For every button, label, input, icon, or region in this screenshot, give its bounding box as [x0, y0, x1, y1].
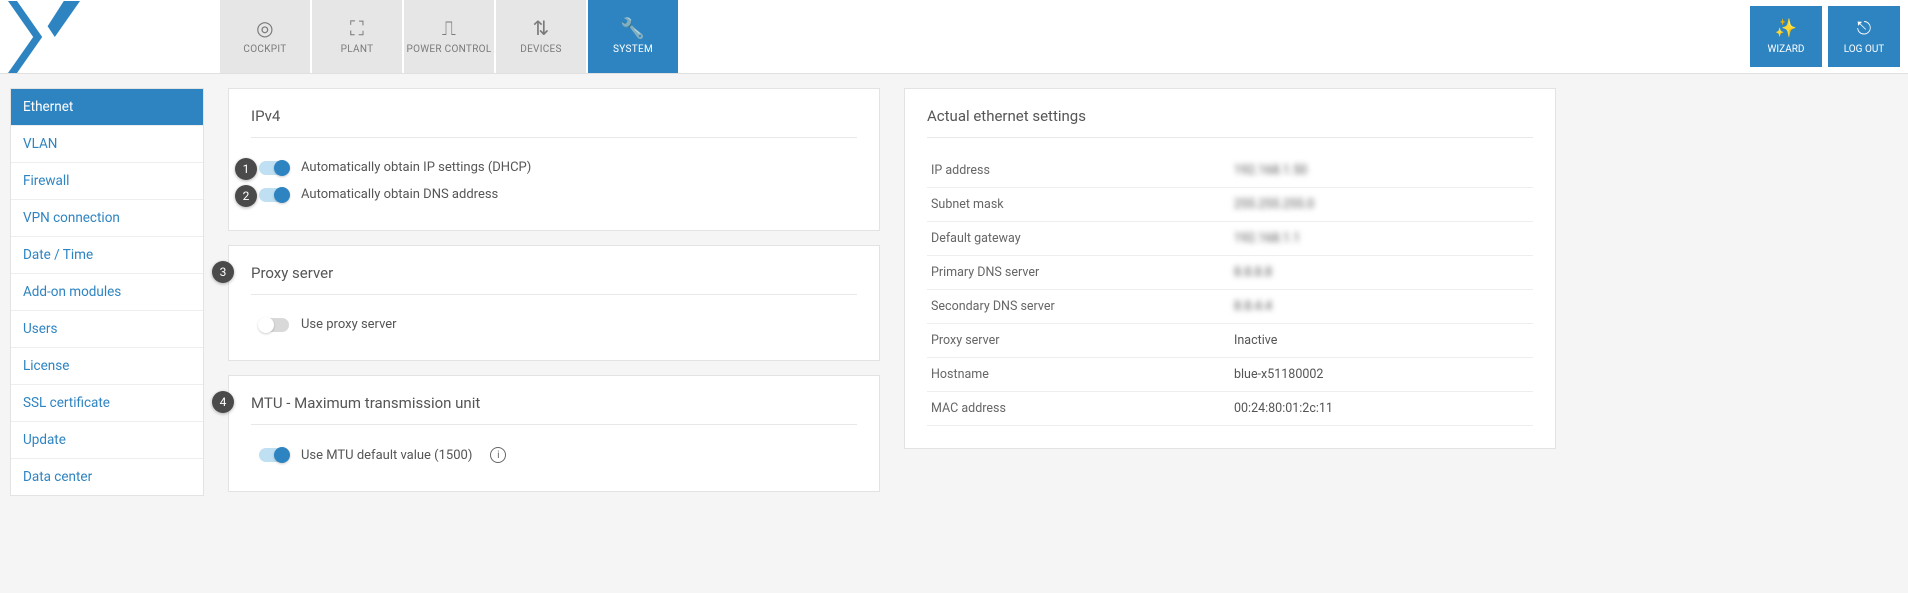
nav-tab-power-control[interactable]: ⎍ POWER CONTROL	[404, 0, 494, 73]
mtu-title: MTU - Maximum transmission unit	[251, 394, 857, 425]
toggle-knob	[274, 160, 290, 176]
toggle-knob	[274, 447, 290, 463]
setting-value: 8.8.4.4	[1230, 290, 1533, 324]
nav-tab-label: SYSTEM	[613, 44, 653, 55]
table-row: MAC address00:24:80:01:2c:11	[927, 392, 1533, 426]
setting-label: Hostname	[927, 358, 1230, 392]
nav-tab-label: DEVICES	[520, 44, 562, 55]
wand-icon: ✨	[1775, 18, 1797, 39]
mtu-toggle-label: Use MTU default value (1500)	[301, 448, 472, 463]
proxy-toggle[interactable]	[259, 318, 289, 332]
setting-value: 192.168.1.50	[1230, 154, 1533, 188]
sidebar-item-update[interactable]: Update	[11, 422, 203, 459]
nav-tab-cockpit[interactable]: ◎ COCKPIT	[220, 0, 310, 73]
table-row: Primary DNS server8.8.8.8	[927, 256, 1533, 290]
table-row: Secondary DNS server8.8.4.4	[927, 290, 1533, 324]
main-column: IPv4 1 Automatically obtain IP settings …	[228, 88, 880, 492]
settings-sidebar: EthernetVLANFirewallVPN connectionDate /…	[10, 88, 204, 496]
sidebar-item-data-center[interactable]: Data center	[11, 459, 203, 495]
callout-1: 1	[235, 158, 257, 180]
logout-button[interactable]: ⎋ LOG OUT	[1828, 6, 1900, 67]
proxy-toggle-label: Use proxy server	[301, 317, 397, 332]
ipv4-card: IPv4 1 Automatically obtain IP settings …	[228, 88, 880, 231]
setting-label: Subnet mask	[927, 188, 1230, 222]
header-spacer	[678, 0, 1750, 73]
header-actions: ✨ WIZARD ⎋ LOG OUT	[1750, 0, 1908, 73]
table-row: Proxy serverInactive	[927, 324, 1533, 358]
dhcp-toggle[interactable]	[259, 161, 289, 175]
nav-tab-label: COCKPIT	[243, 44, 286, 55]
logout-button-label: LOG OUT	[1844, 44, 1885, 55]
dns-toggle-row: Automatically obtain DNS address	[251, 181, 857, 208]
devices-icon: ⇅	[532, 18, 549, 38]
setting-value: blue-x51180002	[1230, 358, 1533, 392]
setting-value: 8.8.8.8	[1230, 256, 1533, 290]
setting-label: Secondary DNS server	[927, 290, 1230, 324]
mtu-card: MTU - Maximum transmission unit Use MTU …	[228, 375, 880, 492]
callout-4: 4	[212, 391, 234, 413]
nav-tab-label: POWER CONTROL	[406, 44, 491, 55]
app-header: ◎ COCKPIT ⛶ PLANT ⎍ POWER CONTROL ⇅ DEVICES 🔧 SYS…	[0, 0, 1908, 74]
proxy-card: Proxy server Use proxy server	[228, 245, 880, 361]
sidebar-item-vpn-connection[interactable]: VPN connection	[11, 200, 203, 237]
setting-value: 192.168.1.1	[1230, 222, 1533, 256]
sidebar-item-vlan[interactable]: VLAN	[11, 126, 203, 163]
setting-value: Inactive	[1230, 324, 1533, 358]
toggle-knob	[274, 187, 290, 203]
dhcp-toggle-label: Automatically obtain IP settings (DHCP)	[301, 160, 531, 175]
nav-tab-system[interactable]: 🔧 SYSTEM	[588, 0, 678, 73]
power-control-icon: ⎍	[442, 18, 456, 38]
table-row: Subnet mask255.255.255.0	[927, 188, 1533, 222]
main-nav-tabs: ◎ COCKPIT ⛶ PLANT ⎍ POWER CONTROL ⇅ DEVICES 🔧 SYS…	[220, 0, 678, 73]
sidebar-item-users[interactable]: Users	[11, 311, 203, 348]
logo-area	[0, 0, 220, 73]
mtu-toggle[interactable]	[259, 448, 289, 462]
content-area: EthernetVLANFirewallVPN connectionDate /…	[0, 74, 1908, 526]
ipv4-title: IPv4	[251, 107, 857, 138]
nav-tab-label: PLANT	[341, 44, 374, 55]
proxy-title: Proxy server	[251, 264, 857, 295]
wizard-button[interactable]: ✨ WIZARD	[1750, 6, 1822, 67]
table-row: Default gateway192.168.1.1	[927, 222, 1533, 256]
sidebar-item-ethernet[interactable]: Ethernet	[11, 89, 203, 126]
toggle-knob	[258, 317, 274, 333]
table-row: Hostnameblue-x51180002	[927, 358, 1533, 392]
setting-value: 00:24:80:01:2c:11	[1230, 392, 1533, 426]
setting-label: Proxy server	[927, 324, 1230, 358]
brand-logo-icon	[8, 1, 80, 73]
actual-settings-title: Actual ethernet settings	[927, 107, 1533, 138]
sidebar-item-add-on-modules[interactable]: Add-on modules	[11, 274, 203, 311]
setting-label: Primary DNS server	[927, 256, 1230, 290]
table-row: IP address192.168.1.50	[927, 154, 1533, 188]
setting-value: 255.255.255.0	[1230, 188, 1533, 222]
system-icon: 🔧	[620, 18, 645, 38]
cockpit-icon: ◎	[256, 18, 274, 38]
wizard-button-label: WIZARD	[1768, 44, 1805, 55]
proxy-toggle-row: Use proxy server	[251, 311, 857, 338]
setting-label: Default gateway	[927, 222, 1230, 256]
nav-tab-plant[interactable]: ⛶ PLANT	[312, 0, 402, 73]
plant-icon: ⛶	[350, 18, 364, 38]
info-icon[interactable]: i	[490, 447, 506, 463]
mtu-toggle-row: Use MTU default value (1500) i	[251, 441, 857, 469]
sidebar-item-license[interactable]: License	[11, 348, 203, 385]
callout-3: 3	[212, 261, 234, 283]
settings-table: IP address192.168.1.50Subnet mask255.255…	[927, 154, 1533, 426]
sidebar-item-ssl-certificate[interactable]: SSL certificate	[11, 385, 203, 422]
actual-settings-card: Actual ethernet settings IP address192.1…	[904, 88, 1556, 449]
nav-tab-devices[interactable]: ⇅ DEVICES	[496, 0, 586, 73]
callout-2: 2	[235, 185, 257, 207]
dns-toggle-label: Automatically obtain DNS address	[301, 187, 498, 202]
dns-toggle[interactable]	[259, 188, 289, 202]
setting-label: MAC address	[927, 392, 1230, 426]
right-column: Actual ethernet settings IP address192.1…	[904, 88, 1556, 449]
sidebar-item-date-time[interactable]: Date / Time	[11, 237, 203, 274]
setting-label: IP address	[927, 154, 1230, 188]
dhcp-toggle-row: Automatically obtain IP settings (DHCP)	[251, 154, 857, 181]
sidebar-item-firewall[interactable]: Firewall	[11, 163, 203, 200]
logout-icon: ⎋	[1857, 18, 1871, 39]
